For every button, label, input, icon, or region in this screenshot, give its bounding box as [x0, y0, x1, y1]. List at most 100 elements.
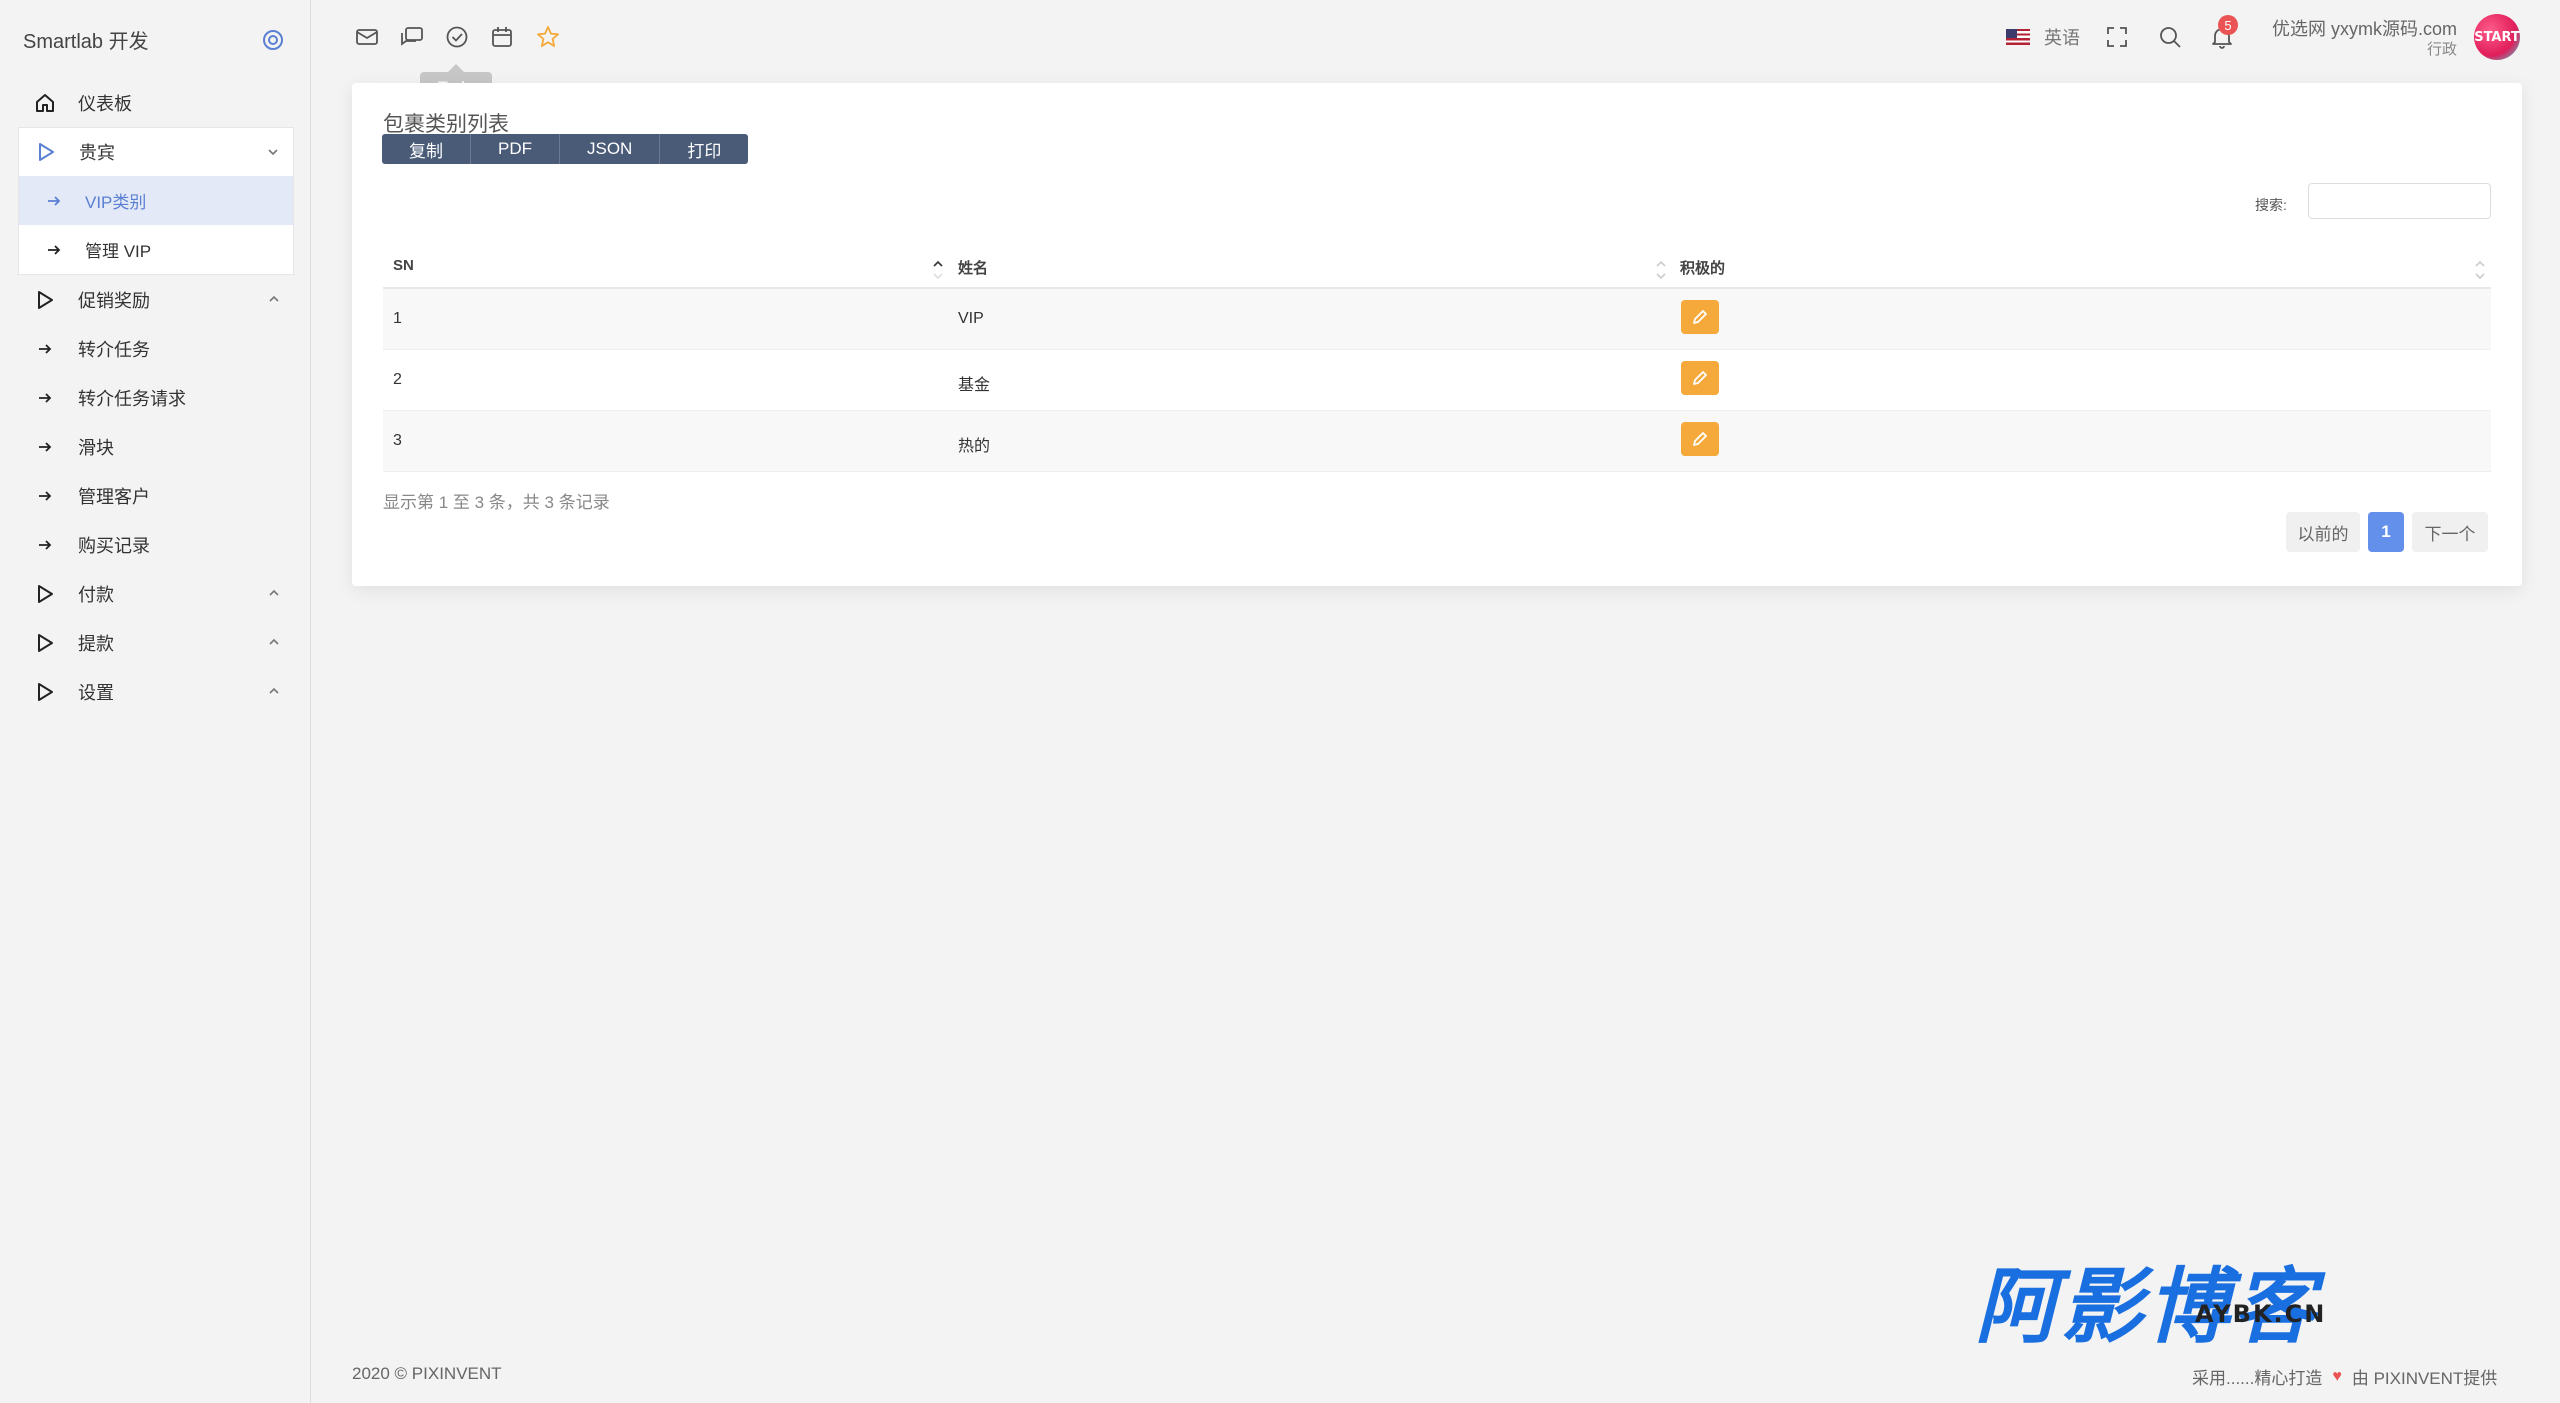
sidebar-item-label: 贵宾: [79, 143, 115, 163]
arrow-right-icon: [34, 387, 56, 409]
chevron-up-icon: [266, 585, 282, 601]
table-row: 2 基金: [383, 350, 2491, 411]
sidebar-item-payment[interactable]: 付款: [18, 569, 294, 618]
footer-copyright: 2020 © PIXINVENT: [352, 1364, 502, 1383]
chevron-up-icon: [266, 291, 282, 307]
sidebar-item-label: 管理客户: [78, 486, 150, 507]
todo-check-icon[interactable]: [444, 24, 470, 50]
next-page-button[interactable]: 下一个: [2412, 512, 2488, 552]
sidebar-toggle-icon[interactable]: [260, 27, 286, 53]
page-1-button[interactable]: 1: [2368, 512, 2404, 552]
fullscreen-icon[interactable]: [2104, 24, 2130, 50]
footer-credits: 采用......精心打造 ♥ 由 PIXINVENT提供: [2192, 1364, 2497, 1389]
edit-button[interactable]: [1681, 300, 1719, 334]
cell-name: VIP: [958, 310, 984, 327]
edit-button[interactable]: [1681, 361, 1719, 395]
sidebar-item-settings[interactable]: 设置: [18, 667, 294, 716]
column-header-active[interactable]: 积极的: [1680, 257, 1725, 278]
us-flag-icon: [2006, 29, 2030, 45]
chat-icon[interactable]: [399, 24, 425, 50]
home-icon: [34, 92, 56, 114]
sidebar-menu: 仪表板 贵宾 VIP类别 管理 VIP 促销奖励 转介任务 转介任务请求 滑块 …: [18, 78, 294, 716]
search-input[interactable]: [2308, 183, 2491, 219]
column-header-name[interactable]: 姓名: [958, 257, 988, 278]
notification-badge: 5: [2218, 15, 2238, 35]
print-button[interactable]: 打印: [660, 134, 749, 164]
cell-sn: 3: [393, 432, 402, 449]
sidebar-item-referral-task[interactable]: 转介任务: [18, 324, 294, 373]
arrow-right-icon: [45, 190, 63, 212]
sidebar-item-vip-category[interactable]: VIP类别: [19, 176, 293, 225]
pencil-icon: [1693, 371, 1707, 385]
watermark-sub: AYBK.CN: [2195, 1300, 2327, 1328]
arrow-right-icon: [34, 338, 56, 360]
table-header: SN 姓名 积极的: [383, 243, 2491, 289]
play-icon: [34, 289, 56, 311]
sidebar-item-dashboard[interactable]: 仪表板: [18, 78, 294, 127]
avatar[interactable]: START: [2474, 14, 2520, 60]
mail-icon[interactable]: [354, 24, 380, 50]
table-row: 1 VIP: [383, 289, 2491, 350]
brand[interactable]: Smartlab 开发: [23, 24, 149, 54]
footer-by[interactable]: 由 PIXINVENT提供: [2352, 1364, 2497, 1389]
vip-submenu: VIP类别 管理 VIP: [18, 176, 294, 275]
category-table: SN 姓名 积极的 1 VIP 2 基金 3 热的: [383, 243, 2491, 472]
chevron-up-icon: [266, 683, 282, 699]
pencil-icon: [1693, 432, 1707, 446]
sidebar-item-label: 促销奖励: [78, 290, 150, 311]
sidebar-item-vip[interactable]: 贵宾: [18, 127, 294, 176]
sidebar-item-manage-vip[interactable]: 管理 VIP: [19, 225, 293, 274]
search-label: 搜索:: [2255, 197, 2287, 213]
play-icon: [35, 141, 57, 163]
search-icon[interactable]: [2157, 24, 2183, 50]
arrow-right-icon: [34, 436, 56, 458]
sidebar-item-label: 设置: [78, 682, 114, 703]
sort-asc-icon[interactable]: [932, 257, 944, 283]
sidebar-item-purchases[interactable]: 购买记录: [18, 520, 294, 569]
json-button[interactable]: JSON: [560, 134, 661, 164]
copy-button[interactable]: 复制: [382, 134, 471, 164]
sidebar-item-referral-request[interactable]: 转介任务请求: [18, 373, 294, 422]
sidebar: Smartlab 开发 仪表板 贵宾 VIP类别 管理 VIP 促销奖励 转介任…: [0, 0, 311, 1403]
sidebar-item-label: 滑块: [78, 437, 114, 458]
export-button-group: 复制 PDF JSON 打印: [382, 134, 749, 164]
sidebar-item-slider[interactable]: 滑块: [18, 422, 294, 471]
footer-made-with: 采用......精心打造: [2192, 1369, 2323, 1388]
sidebar-item-label: VIP类别: [85, 193, 147, 212]
table-row: 3 热的: [383, 411, 2491, 472]
star-icon[interactable]: [535, 24, 561, 50]
column-header-sn[interactable]: SN: [393, 257, 414, 274]
arrow-right-icon: [45, 239, 63, 261]
sort-icon[interactable]: [1655, 257, 1667, 283]
pencil-icon: [1693, 310, 1707, 324]
play-icon: [34, 681, 56, 703]
user-role: 行政: [2426, 41, 2457, 58]
pagination: 以前的 1 下一个: [2286, 512, 2488, 552]
sidebar-item-label: 提款: [78, 633, 114, 654]
prev-page-button[interactable]: 以前的: [2286, 512, 2360, 552]
watermark: 阿影博客 AYBK.CN: [1975, 1240, 2370, 1355]
calendar-icon[interactable]: [489, 24, 515, 50]
cell-sn: 2: [393, 371, 402, 388]
play-icon: [34, 632, 56, 654]
language-selector[interactable]: 英语: [2006, 24, 2080, 50]
sidebar-item-label: 购买记录: [78, 535, 150, 556]
package-category-card: 包裹类别列表 复制 PDF JSON 打印 搜索: SN 姓名 积极的 1 VI…: [352, 83, 2522, 586]
sidebar-item-promotion[interactable]: 促销奖励: [18, 275, 294, 324]
sidebar-item-label: 管理 VIP: [85, 242, 152, 261]
edit-button[interactable]: [1681, 422, 1719, 456]
brand-name: Smartlab 开发: [23, 30, 149, 53]
sidebar-item-label: 转介任务: [78, 339, 150, 360]
sidebar-item-customers[interactable]: 管理客户: [18, 471, 294, 520]
chevron-up-icon: [266, 634, 282, 650]
sidebar-item-withdraw[interactable]: 提款: [18, 618, 294, 667]
heart-icon: ♥: [2332, 1367, 2342, 1385]
cell-name: 基金: [958, 377, 991, 394]
pdf-button[interactable]: PDF: [471, 134, 560, 164]
language-label: 英语: [2044, 28, 2080, 48]
chevron-down-icon: [265, 144, 281, 160]
arrow-right-icon: [34, 534, 56, 556]
cell-name: 热的: [958, 438, 991, 455]
play-icon: [34, 583, 56, 605]
sort-icon[interactable]: [2474, 257, 2486, 283]
